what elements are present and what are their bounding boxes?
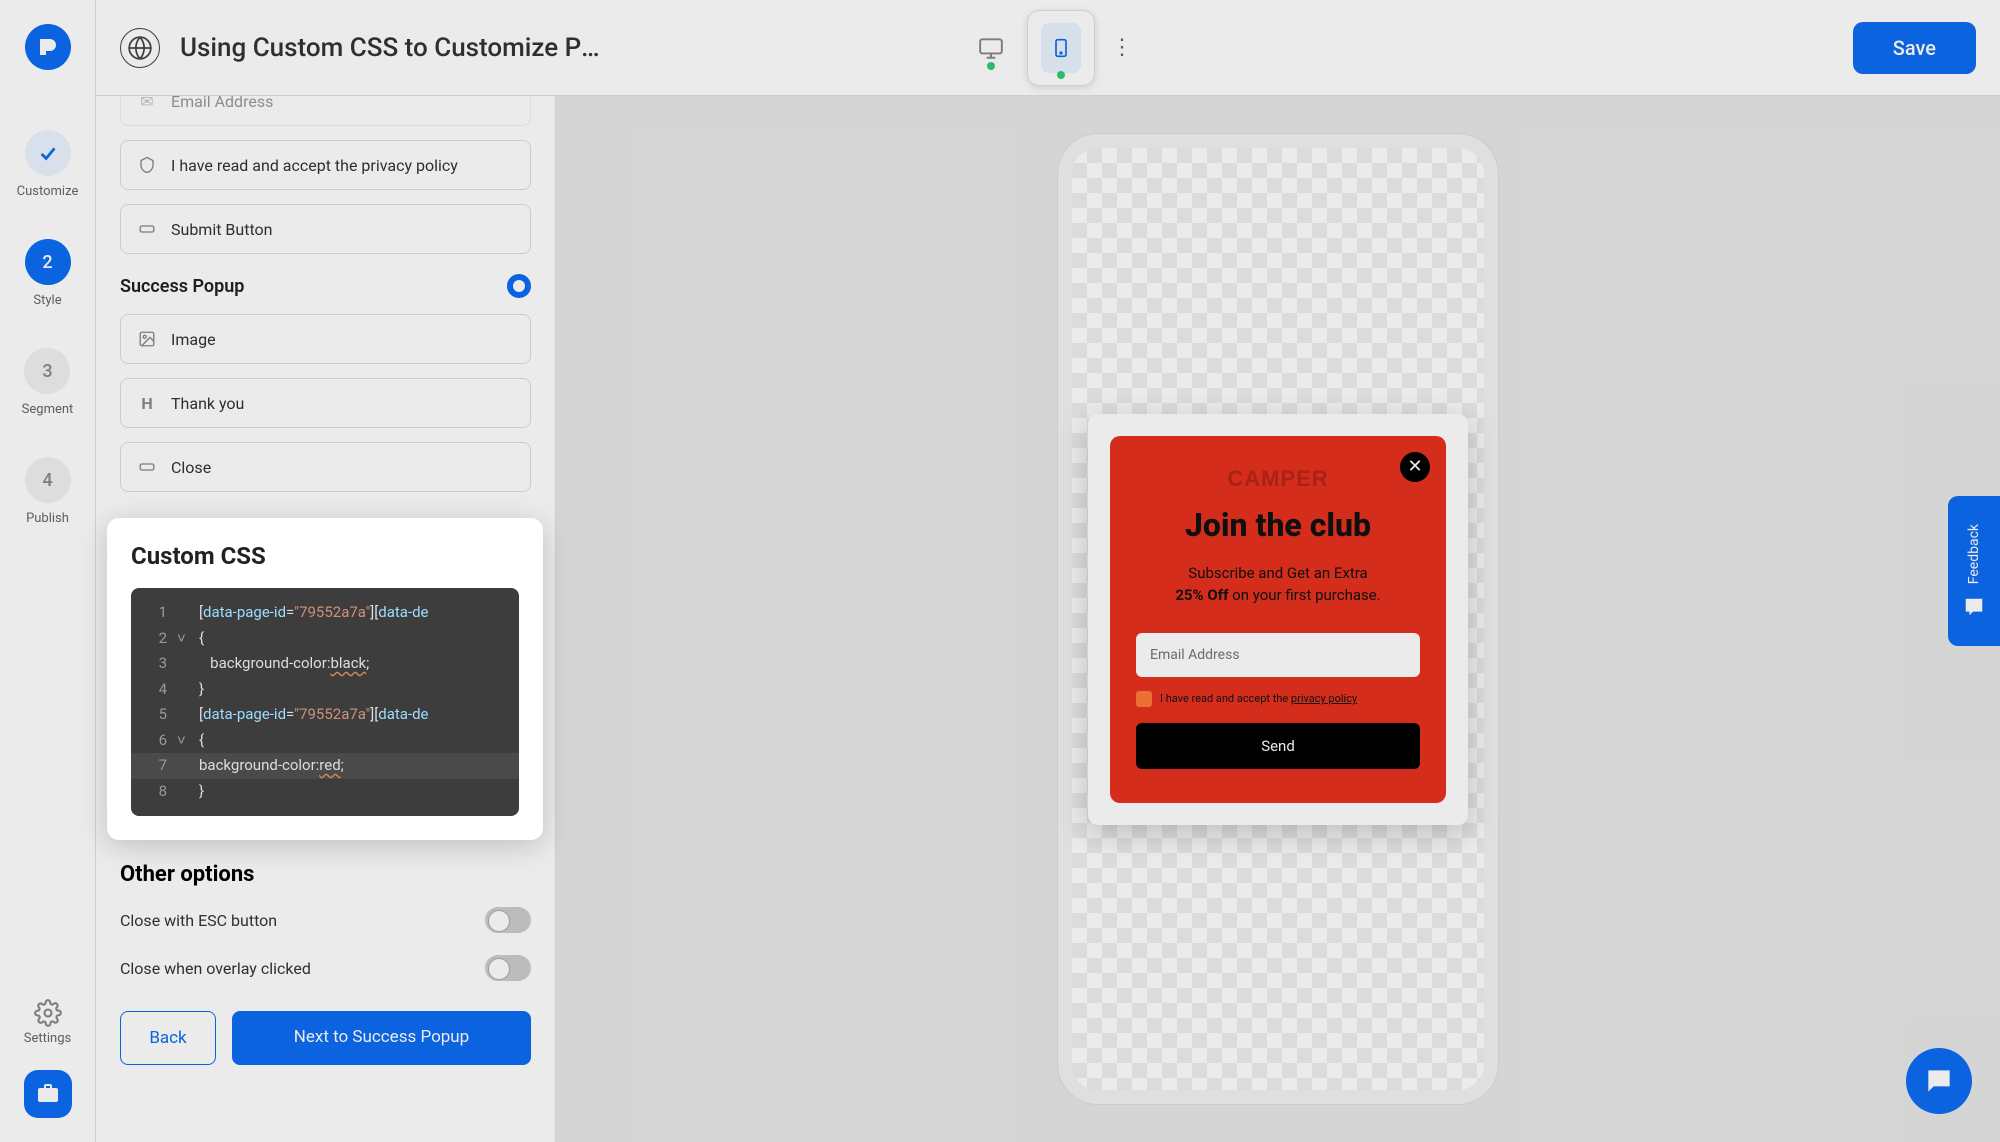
esc-option-row: Close with ESC button	[120, 907, 531, 933]
step-publish-label: Publish	[26, 511, 69, 526]
image-block-label: Image	[171, 330, 216, 349]
submit-block-label: Submit Button	[171, 220, 273, 239]
popup-privacy-row[interactable]: I have read and accept the privacy polic…	[1136, 691, 1420, 707]
line-number: 5	[145, 702, 167, 728]
preview-canvas: ✕ CAMPER Join the club Subscribe and Get…	[556, 96, 2000, 1142]
button-icon	[137, 457, 157, 477]
globe-icon[interactable]	[120, 28, 160, 68]
email-block[interactable]: ✉ Email Address	[120, 96, 531, 126]
popup-preview: ✕ CAMPER Join the club Subscribe and Get…	[1088, 414, 1468, 825]
popup-email-input[interactable]	[1136, 633, 1420, 677]
thankyou-block[interactable]: H Thank you	[120, 378, 531, 428]
feedback-label: Feedback	[1966, 524, 1982, 584]
step-segment-label: Segment	[22, 402, 74, 417]
privacy-block-label: I have read and accept the privacy polic…	[171, 156, 458, 175]
settings-label: Settings	[24, 1031, 71, 1046]
step-style[interactable]: 2 Style	[25, 239, 71, 308]
thankyou-block-label: Thank you	[171, 394, 244, 413]
step-customize-label: Customize	[17, 184, 79, 199]
mail-icon: ✉	[137, 96, 157, 111]
heading-icon: H	[137, 393, 157, 413]
inbox-icon	[1963, 596, 1985, 618]
desktop-icon	[978, 35, 1004, 61]
topbar: Using Custom CSS to Customize Pop... ⋮ S…	[96, 0, 2000, 96]
custom-css-heading: Custom CSS	[131, 542, 519, 570]
popup-logo: CAMPER	[1136, 466, 1420, 492]
step-style-number: 2	[25, 239, 71, 285]
privacy-block[interactable]: I have read and accept the privacy polic…	[120, 140, 531, 190]
kebab-menu[interactable]: ⋮	[1111, 35, 1133, 60]
popup-close-button[interactable]: ✕	[1400, 452, 1430, 482]
save-button[interactable]: Save	[1853, 22, 1976, 74]
step-customize[interactable]: Customize	[17, 130, 79, 199]
popup-subtitle: Subscribe and Get an Extra 25% Off on yo…	[1136, 562, 1420, 607]
css-editor[interactable]: 1[data-page-id="79552a7a"][data-de 2˅{ 3…	[131, 588, 519, 816]
mobile-icon	[1051, 34, 1071, 62]
esc-toggle[interactable]	[485, 907, 531, 933]
line-number: 1	[145, 600, 167, 626]
status-dot	[987, 62, 995, 70]
close-icon: ✕	[1407, 456, 1422, 477]
check-icon	[25, 130, 71, 176]
feedback-tab[interactable]: Feedback	[1948, 496, 2000, 646]
line-number: 7	[145, 753, 167, 779]
success-popup-heading: Success Popup	[120, 276, 244, 297]
back-button[interactable]: Back	[120, 1011, 216, 1065]
custom-css-card: Custom CSS 1[data-page-id="79552a7a"][da…	[107, 518, 543, 840]
step-style-label: Style	[33, 293, 61, 308]
popup-send-button[interactable]: Send	[1136, 723, 1420, 769]
checkbox-icon[interactable]	[1136, 691, 1152, 707]
settings-button[interactable]: Settings	[24, 999, 71, 1046]
other-options-heading: Other options	[120, 862, 531, 887]
esc-option-label: Close with ESC button	[120, 911, 277, 930]
status-dot	[1057, 71, 1065, 79]
app-logo[interactable]	[25, 24, 71, 70]
gear-icon	[34, 999, 62, 1027]
success-popup-section: Success Popup	[120, 274, 531, 298]
button-icon	[137, 219, 157, 239]
line-number: 8	[145, 779, 167, 805]
success-popup-toggle[interactable]	[507, 274, 531, 298]
line-number: 6	[145, 728, 167, 754]
briefcase-icon	[36, 1082, 60, 1106]
step-segment-number: 3	[24, 348, 70, 394]
line-number: 2	[145, 626, 167, 652]
submit-block[interactable]: Submit Button	[120, 204, 531, 254]
overlay-toggle[interactable]	[485, 955, 531, 981]
close-block[interactable]: Close	[120, 442, 531, 492]
other-options-section: Other options Close with ESC button Clos…	[120, 862, 531, 1065]
email-block-label: Email Address	[171, 96, 273, 111]
mobile-device-button[interactable]	[1027, 10, 1095, 86]
overlay-option-row: Close when overlay clicked	[120, 955, 531, 981]
desktop-device-button[interactable]	[963, 20, 1019, 76]
line-number: 3	[145, 651, 167, 677]
step-segment[interactable]: 3 Segment	[22, 348, 74, 417]
image-icon	[137, 329, 157, 349]
shield-icon	[137, 155, 157, 175]
close-block-label: Close	[171, 458, 211, 477]
step-publish[interactable]: 4 Publish	[25, 457, 71, 526]
chat-icon	[1923, 1065, 1955, 1097]
shop-button[interactable]	[24, 1070, 72, 1118]
line-number: 4	[145, 677, 167, 703]
page-title: Using Custom CSS to Customize Pop...	[180, 33, 600, 63]
next-button[interactable]: Next to Success Popup	[232, 1011, 531, 1065]
step-publish-number: 4	[25, 457, 71, 503]
phone-frame: ✕ CAMPER Join the club Subscribe and Get…	[1058, 134, 1498, 1104]
chat-fab[interactable]	[1906, 1048, 1972, 1114]
left-rail: Customize 2 Style 3 Segment 4 Publish Se…	[0, 0, 96, 1142]
overlay-option-label: Close when overlay clicked	[120, 959, 311, 978]
popup-title: Join the club	[1136, 506, 1420, 544]
image-block[interactable]: Image	[120, 314, 531, 364]
device-switch: ⋮	[963, 10, 1133, 86]
